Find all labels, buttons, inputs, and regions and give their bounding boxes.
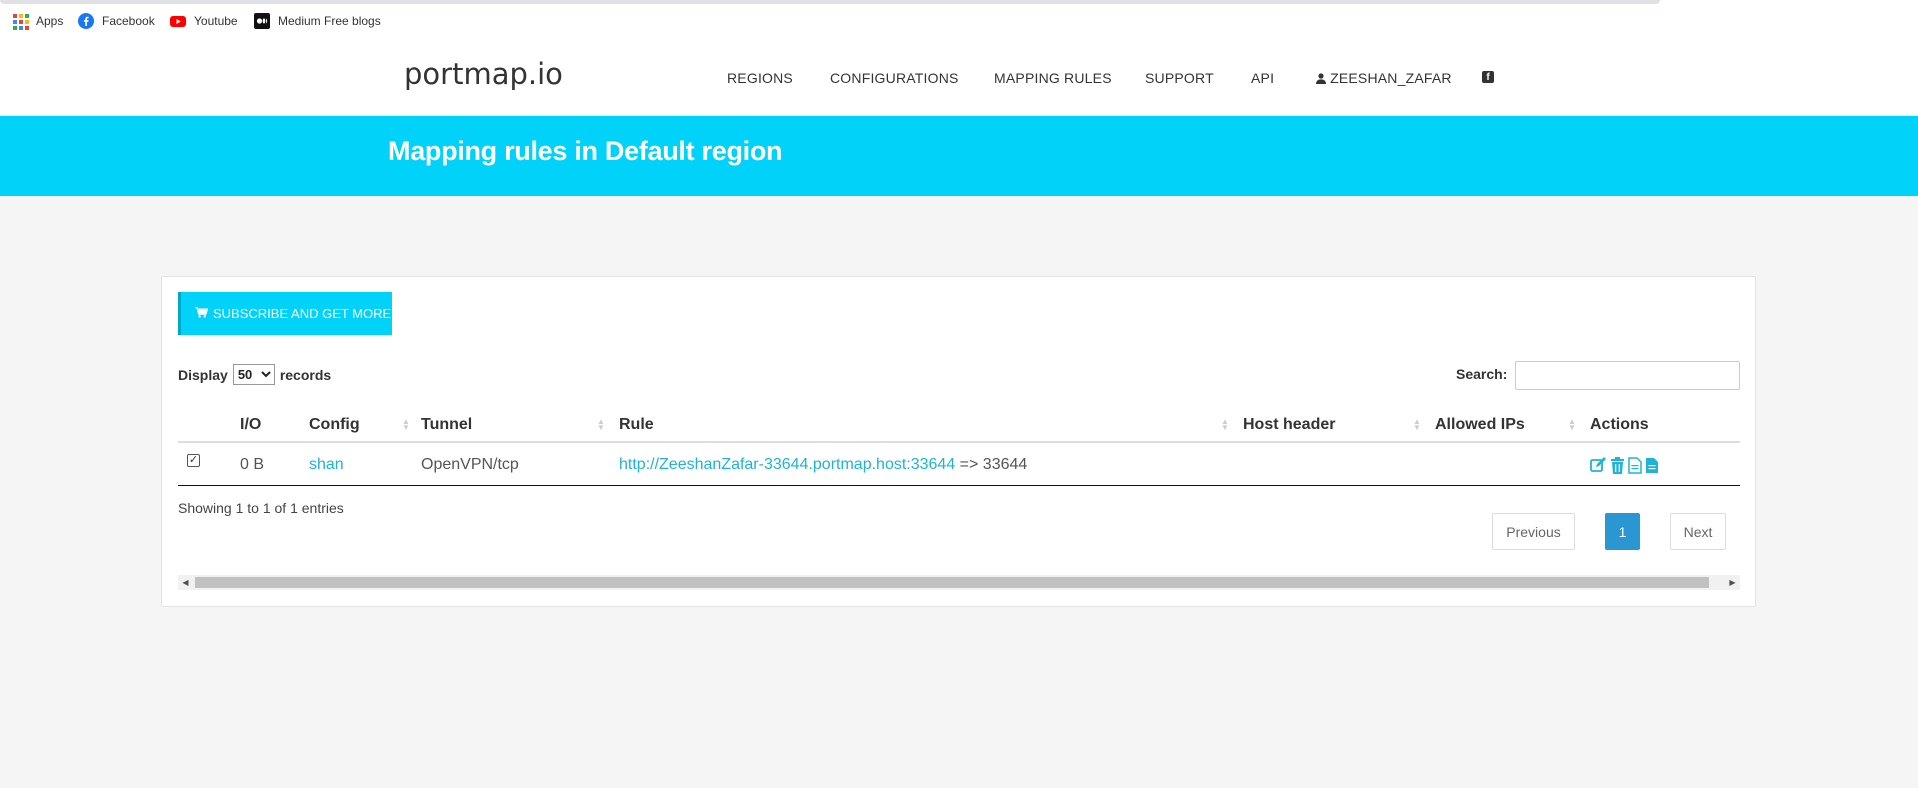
sort-icon[interactable]: ▲ ▼: [402, 418, 410, 433]
records-label: records: [279, 366, 332, 383]
cell-config-link[interactable]: shan: [309, 456, 344, 474]
pagination-previous[interactable]: Previous: [1492, 513, 1575, 550]
bookmarks-bar: Apps Facebook Youtube Medium Free blogs: [0, 0, 1918, 39]
bookmark-apps[interactable]: Apps: [12, 12, 63, 30]
records-per-page-select[interactable]: 50: [232, 364, 275, 385]
scrollbar-thumb[interactable]: [195, 577, 1709, 588]
sort-icon[interactable]: ▲ ▼: [597, 418, 605, 433]
search-input[interactable]: [1515, 361, 1740, 390]
page-banner: Mapping rules in Default region: [0, 116, 1918, 196]
nav-regions[interactable]: REGIONS: [727, 70, 793, 86]
site-header: portmap.io REGIONS CONFIGURATIONS MAPPIN…: [0, 39, 1918, 116]
document-filled-icon[interactable]: [1645, 457, 1660, 474]
checkbox-checked-icon[interactable]: ✓: [187, 454, 200, 467]
column-actions: Actions: [1590, 416, 1649, 433]
column-tunnel[interactable]: Tunnel: [421, 416, 472, 434]
nav-user-account[interactable]: ZEESHAN_ZAFAR: [1316, 70, 1452, 86]
search-label: Search:: [1456, 366, 1508, 382]
sort-icon[interactable]: ▲ ▼: [1221, 418, 1229, 433]
user-name: ZEESHAN_ZAFAR: [1330, 70, 1452, 86]
facebook-square-icon[interactable]: f: [1482, 71, 1494, 83]
column-config[interactable]: Config: [309, 416, 360, 434]
column-io[interactable]: I/O: [240, 416, 261, 434]
column-allowed-ips[interactable]: Allowed IPs: [1435, 416, 1525, 434]
horizontal-scrollbar[interactable]: ◀ ▶: [178, 575, 1740, 590]
sort-icon[interactable]: ▲ ▼: [1413, 418, 1421, 433]
edit-icon[interactable]: [1590, 457, 1606, 474]
document-outline-icon[interactable]: [1628, 457, 1643, 474]
pagination-next[interactable]: Next: [1670, 513, 1726, 550]
sort-icon[interactable]: ▲ ▼: [1568, 418, 1576, 433]
mapping-rules-panel: SUBSCRIBE AND GET MORE Display 50 record…: [161, 276, 1756, 607]
bookmark-medium[interactable]: Medium Free blogs: [254, 12, 381, 30]
facebook-icon: [78, 13, 94, 29]
cell-tunnel: OpenVPN/tcp: [421, 456, 519, 473]
column-rule[interactable]: Rule: [619, 416, 654, 434]
page-title: Mapping rules in Default region: [388, 136, 783, 166]
rule-link[interactable]: http://ZeeshanZafar-33644.portmap.host:3…: [619, 456, 955, 473]
bookmark-label: Facebook: [102, 14, 155, 28]
youtube-icon: [170, 13, 186, 29]
nav-support[interactable]: SUPPORT: [1145, 70, 1214, 86]
display-label: Display: [178, 366, 228, 383]
subscribe-label: SUBSCRIBE AND GET MORE: [213, 306, 392, 321]
scroll-left-arrow-icon[interactable]: ◀: [180, 577, 191, 588]
table-row: ✓ 0 B shan OpenVPN/tcp http://ZeeshanZaf…: [178, 444, 1740, 486]
apps-grid-icon: [12, 13, 29, 30]
bookmark-label: Apps: [36, 14, 64, 28]
entries-info: Showing 1 to 1 of 1 entries: [178, 500, 344, 516]
table-header: I/O Config ▲ ▼ Tunnel ▲ ▼ Rule ▲ ▼ Host hea…: [178, 408, 1740, 443]
rule-suffix: => 33644: [959, 456, 1028, 473]
cell-io: 0 B: [240, 456, 265, 473]
bookmark-facebook[interactable]: Facebook: [78, 12, 155, 30]
display-records-control: Display 50 records: [178, 364, 331, 385]
column-host-header[interactable]: Host header: [1243, 416, 1335, 434]
medium-icon: [254, 13, 270, 29]
delete-trash-icon[interactable]: [1610, 457, 1625, 474]
cell-rule: http://ZeeshanZafar-33644.portmap.host:3…: [619, 456, 1027, 474]
user-icon: [1316, 71, 1326, 84]
nav-configurations[interactable]: CONFIGURATIONS: [830, 70, 959, 86]
site-logo[interactable]: portmap.io: [404, 57, 563, 91]
nav-api[interactable]: API: [1251, 70, 1274, 86]
pagination-page-current[interactable]: 1: [1605, 513, 1640, 550]
scroll-right-arrow-icon[interactable]: ▶: [1727, 577, 1738, 588]
shopping-cart-icon: [195, 306, 209, 321]
bookmark-label: Medium Free blogs: [278, 14, 381, 28]
nav-mapping-rules[interactable]: MAPPING RULES: [994, 70, 1112, 86]
bookmark-youtube[interactable]: Youtube: [170, 12, 238, 30]
bookmark-label: Youtube: [194, 14, 238, 28]
address-bar-edge: [0, 0, 1660, 4]
subscribe-button[interactable]: SUBSCRIBE AND GET MORE: [178, 292, 392, 335]
